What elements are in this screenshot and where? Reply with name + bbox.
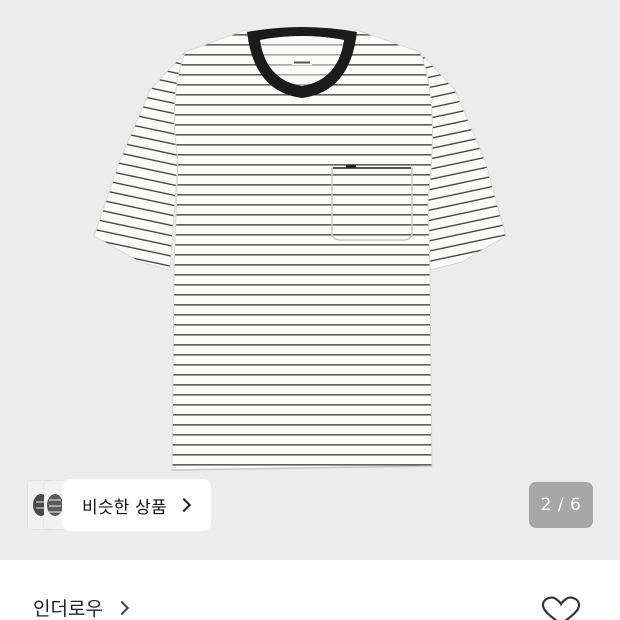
left-sleeve [93, 50, 186, 271]
brand-row: 인더로우 [0, 560, 620, 620]
product-image-carousel[interactable]: 비슷한 상품 2 / 6 [0, 0, 620, 560]
similar-products-button[interactable]: 비슷한 상품 [28, 479, 211, 531]
right-sleeve [419, 50, 507, 271]
brand-link[interactable]: 인더로우 [33, 594, 129, 620]
similar-products-label: 비슷한 상품 [82, 497, 167, 518]
product-detail-screen: 비슷한 상품 2 / 6 인더로우 [0, 0, 620, 620]
heart-outline-icon[interactable] [540, 596, 582, 620]
image-page-counter: 2 / 6 [529, 482, 593, 528]
similar-products-pill[interactable]: 비슷한 상품 [62, 479, 211, 531]
chevron-right-icon [176, 497, 191, 513]
product-photo [93, 27, 507, 471]
chevron-right-icon [114, 600, 129, 615]
brand-name: 인더로우 [33, 598, 103, 620]
